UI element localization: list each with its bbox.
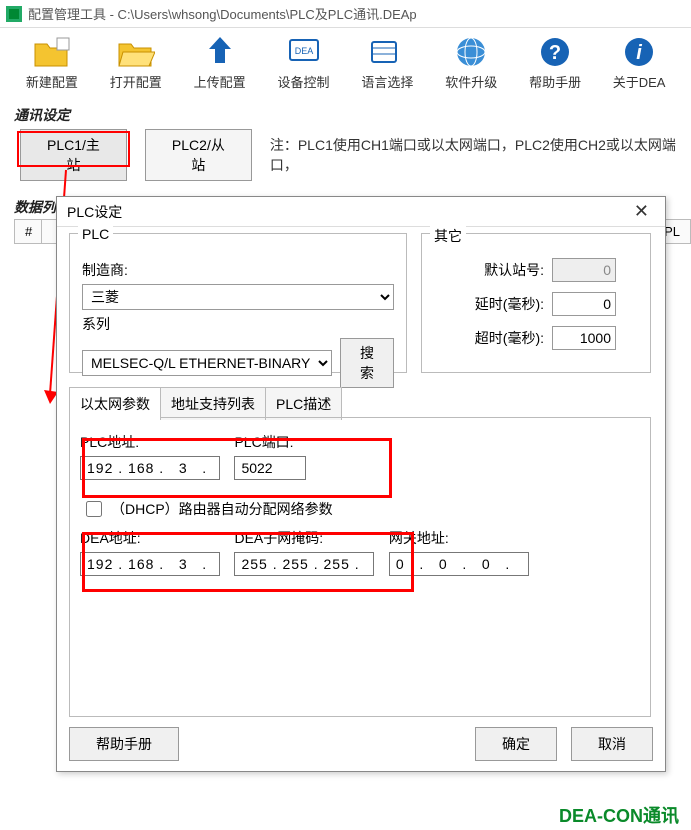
toolbar-label: 设备控制	[278, 72, 330, 91]
groupbox-other-legend: 其它	[430, 226, 466, 246]
comm-note: 注：PLC1使用CH1端口或以太网端口，PLC2使用CH2或以太网端口，	[270, 135, 691, 175]
plc-addr-input[interactable]	[80, 456, 220, 480]
inner-tab-row: 以太网参数 地址支持列表 PLC描述	[69, 387, 341, 420]
globe-icon	[451, 34, 491, 70]
ok-button[interactable]: 确定	[475, 727, 557, 761]
dea-mask-input[interactable]	[234, 552, 374, 576]
toolbar-label: 上传配置	[194, 72, 246, 91]
help-icon: ?	[535, 34, 575, 70]
toolbar-new-config[interactable]: 新建配置	[10, 32, 94, 93]
maker-label: 制造商:	[82, 260, 144, 280]
plc-addr-label: PLC地址:	[80, 432, 220, 452]
dhcp-label: （DHCP）路由器自动分配网络参数	[111, 499, 333, 519]
datalist-col-hash: #	[14, 219, 42, 244]
toolbar-open-config[interactable]: 打开配置	[94, 32, 178, 93]
info-icon: i	[619, 34, 659, 70]
tab-plc1-master[interactable]: PLC1/主站	[20, 129, 127, 181]
delay-label: 延时(毫秒):	[434, 294, 544, 314]
toolbar-help[interactable]: ? 帮助手册	[513, 32, 597, 93]
main-toolbar: 新建配置 打开配置 上传配置 DEA 设备控制 语言选择 软件升级 ? 帮助手册…	[0, 28, 691, 99]
timeout-input[interactable]	[552, 326, 616, 350]
toolbar-about[interactable]: i 关于DEA	[597, 32, 681, 93]
tab-addr-support[interactable]: 地址支持列表	[160, 387, 266, 420]
close-icon[interactable]: ✕	[628, 201, 655, 222]
timeout-label: 超时(毫秒):	[434, 328, 544, 348]
help-button[interactable]: 帮助手册	[69, 727, 179, 761]
gateway-input[interactable]	[389, 552, 529, 576]
toolbar-label: 打开配置	[110, 72, 162, 91]
window-titlebar: 配置管理工具 - C:\Users\whsong\Documents\PLC及P…	[0, 0, 691, 28]
search-button[interactable]: 搜索	[340, 338, 394, 388]
station-input	[552, 258, 616, 282]
svg-text:DEA: DEA	[294, 46, 313, 56]
dea-mask-label: DEA子网掩码:	[234, 528, 374, 548]
toolbar-label: 帮助手册	[529, 72, 581, 91]
toolbar-label: 关于DEA	[613, 72, 666, 91]
device-icon: DEA	[284, 34, 324, 70]
plc-port-label: PLC端口:	[234, 432, 306, 452]
dea-addr-input[interactable]	[80, 552, 220, 576]
dialog-footer: 帮助手册 确定 取消	[69, 727, 653, 761]
comm-section-title: 通讯设定	[14, 105, 691, 125]
folder-open-icon	[116, 34, 156, 70]
dialog-title: PLC设定	[67, 202, 122, 222]
plc-settings-dialog: PLC设定 ✕ PLC 制造商: 三菱 系列 MELSEC-Q/L ETHERN…	[56, 196, 666, 772]
toolbar-language[interactable]: 语言选择	[346, 32, 430, 93]
folder-new-icon	[32, 34, 72, 70]
brand-label: DEA-CON通讯	[559, 802, 679, 828]
upload-icon	[200, 34, 240, 70]
station-label: 默认站号:	[434, 260, 544, 280]
dea-addr-label: DEA地址:	[80, 528, 220, 548]
toolbar-upload-config[interactable]: 上传配置	[178, 32, 262, 93]
tab-plc2-slave[interactable]: PLC2/从站	[145, 129, 252, 181]
toolbar-software-upgrade[interactable]: 软件升级	[429, 32, 513, 93]
groupbox-plc: PLC 制造商: 三菱 系列 MELSEC-Q/L ETHERNET-BINAR…	[69, 233, 407, 373]
svg-text:i: i	[636, 42, 642, 64]
app-icon	[6, 6, 22, 22]
ethernet-panel: PLC地址: PLC端口: （DHCP）路由器自动分配网络参数 DEA地址:	[69, 417, 651, 717]
dhcp-checkbox[interactable]	[86, 501, 102, 517]
toolbar-label: 软件升级	[445, 72, 497, 91]
cancel-button[interactable]: 取消	[571, 727, 653, 761]
dialog-titlebar: PLC设定 ✕	[57, 197, 665, 227]
toolbar-label: 语言选择	[361, 72, 413, 91]
tab-ethernet-params[interactable]: 以太网参数	[69, 387, 161, 420]
gateway-label: 网关地址:	[389, 528, 529, 548]
toolbar-device-control[interactable]: DEA 设备控制	[262, 32, 346, 93]
tab-plc-desc[interactable]: PLC描述	[265, 387, 342, 420]
plc-port-input[interactable]	[234, 456, 306, 480]
groupbox-other: 其它 默认站号: 延时(毫秒): 超时(毫秒):	[421, 233, 651, 373]
toolbar-label: 新建配置	[26, 72, 78, 91]
window-title: 配置管理工具 - C:\Users\whsong\Documents\PLC及P…	[28, 4, 417, 23]
groupbox-plc-legend: PLC	[78, 226, 113, 242]
svg-text:?: ?	[549, 42, 561, 64]
comm-tab-row: PLC1/主站 PLC2/从站 注：PLC1使用CH1端口或以太网端口，PLC2…	[20, 129, 691, 181]
series-label: 系列	[82, 314, 144, 334]
delay-input[interactable]	[552, 292, 616, 316]
language-icon	[367, 34, 407, 70]
series-select[interactable]: MELSEC-Q/L ETHERNET-BINARY	[82, 350, 332, 376]
maker-select[interactable]: 三菱	[82, 284, 394, 310]
